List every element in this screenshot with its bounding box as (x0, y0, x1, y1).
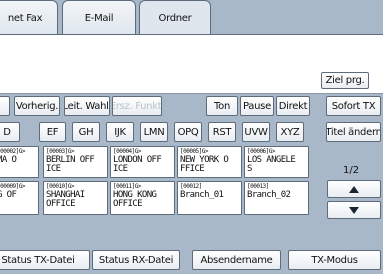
index-tab-lmn[interactable]: LMN (140, 122, 168, 142)
destination-button[interactable]: [00009]G>G OF (0, 181, 39, 215)
index-tab-ef[interactable]: EF (39, 122, 66, 142)
destination-button[interactable]: [00012] Branch_01 (177, 181, 242, 215)
status-rx-datei-button[interactable]: Status RX-Datei (92, 250, 180, 270)
triangle-up-icon (349, 185, 359, 193)
tab-ordner[interactable]: Ordner (139, 0, 211, 35)
ersz-funkt-button[interactable]: Ersz. Funkt. (112, 96, 162, 116)
ton-button[interactable]: Ton (206, 96, 238, 116)
tab-label: E-Mail (84, 12, 114, 24)
index-tab-ijk[interactable]: IJK (106, 122, 134, 142)
index-tab-d[interactable]: D (0, 122, 20, 142)
ziel-prg-button[interactable]: Ziel prg. (321, 72, 369, 89)
tab-email[interactable]: E-Mail (62, 0, 136, 35)
clear-button[interactable] (0, 96, 10, 116)
destination-button[interactable]: [00013] Branch_02 (244, 181, 309, 215)
tab-internet-fax[interactable]: net Fax (0, 0, 58, 35)
triangle-down-icon (349, 206, 359, 214)
destination-button[interactable]: [00002]G>MA O (0, 146, 39, 178)
destination-button[interactable]: [00006]G> LOS ANGELE S (244, 146, 309, 178)
absendername-button[interactable]: Absendername (192, 250, 281, 270)
tab-label: Ordner (158, 12, 192, 24)
destination-button[interactable]: [00011]G> HONG KONG OFFICE (110, 181, 175, 215)
index-tab-xyz[interactable]: XYZ (276, 122, 304, 142)
destination-button[interactable]: [00004]G> LONDON OFF ICE (110, 146, 175, 178)
tab-label: net Fax (7, 12, 43, 24)
leit-wahl-button[interactable]: Leit. Wahl. (64, 96, 110, 116)
titel-aendern-button[interactable]: Titel ändern (326, 122, 381, 142)
scroll-down-button[interactable] (327, 201, 381, 219)
index-tab-rst[interactable]: RST (208, 122, 236, 142)
index-tab-opq[interactable]: OPQ (174, 122, 202, 142)
tx-modus-button[interactable]: TX-Modus (288, 250, 381, 270)
destination-button[interactable]: [00010]G> SHANGHAI OFFICE (43, 181, 108, 215)
index-tab-uvw[interactable]: UVW (242, 122, 270, 142)
scroll-up-button[interactable] (327, 180, 381, 198)
destination-entry-area[interactable]: Ziel prg. (0, 34, 383, 94)
destination-button[interactable]: [00003]G> BERLIN OFF ICE (43, 146, 108, 178)
sofort-tx-button[interactable]: Sofort TX (326, 96, 381, 116)
pause-button[interactable]: Pause (240, 96, 274, 116)
page-indicator: 1/2 (343, 165, 360, 176)
status-tx-datei-button[interactable]: Status TX-Datei (0, 250, 90, 270)
index-tab-gh[interactable]: GH (72, 122, 100, 142)
direkt-button[interactable]: Direkt (276, 96, 310, 116)
vorherig-button[interactable]: Vorherig. (14, 96, 60, 116)
destination-button[interactable]: [00005]G> NEW YORK O FFICE (177, 146, 242, 178)
